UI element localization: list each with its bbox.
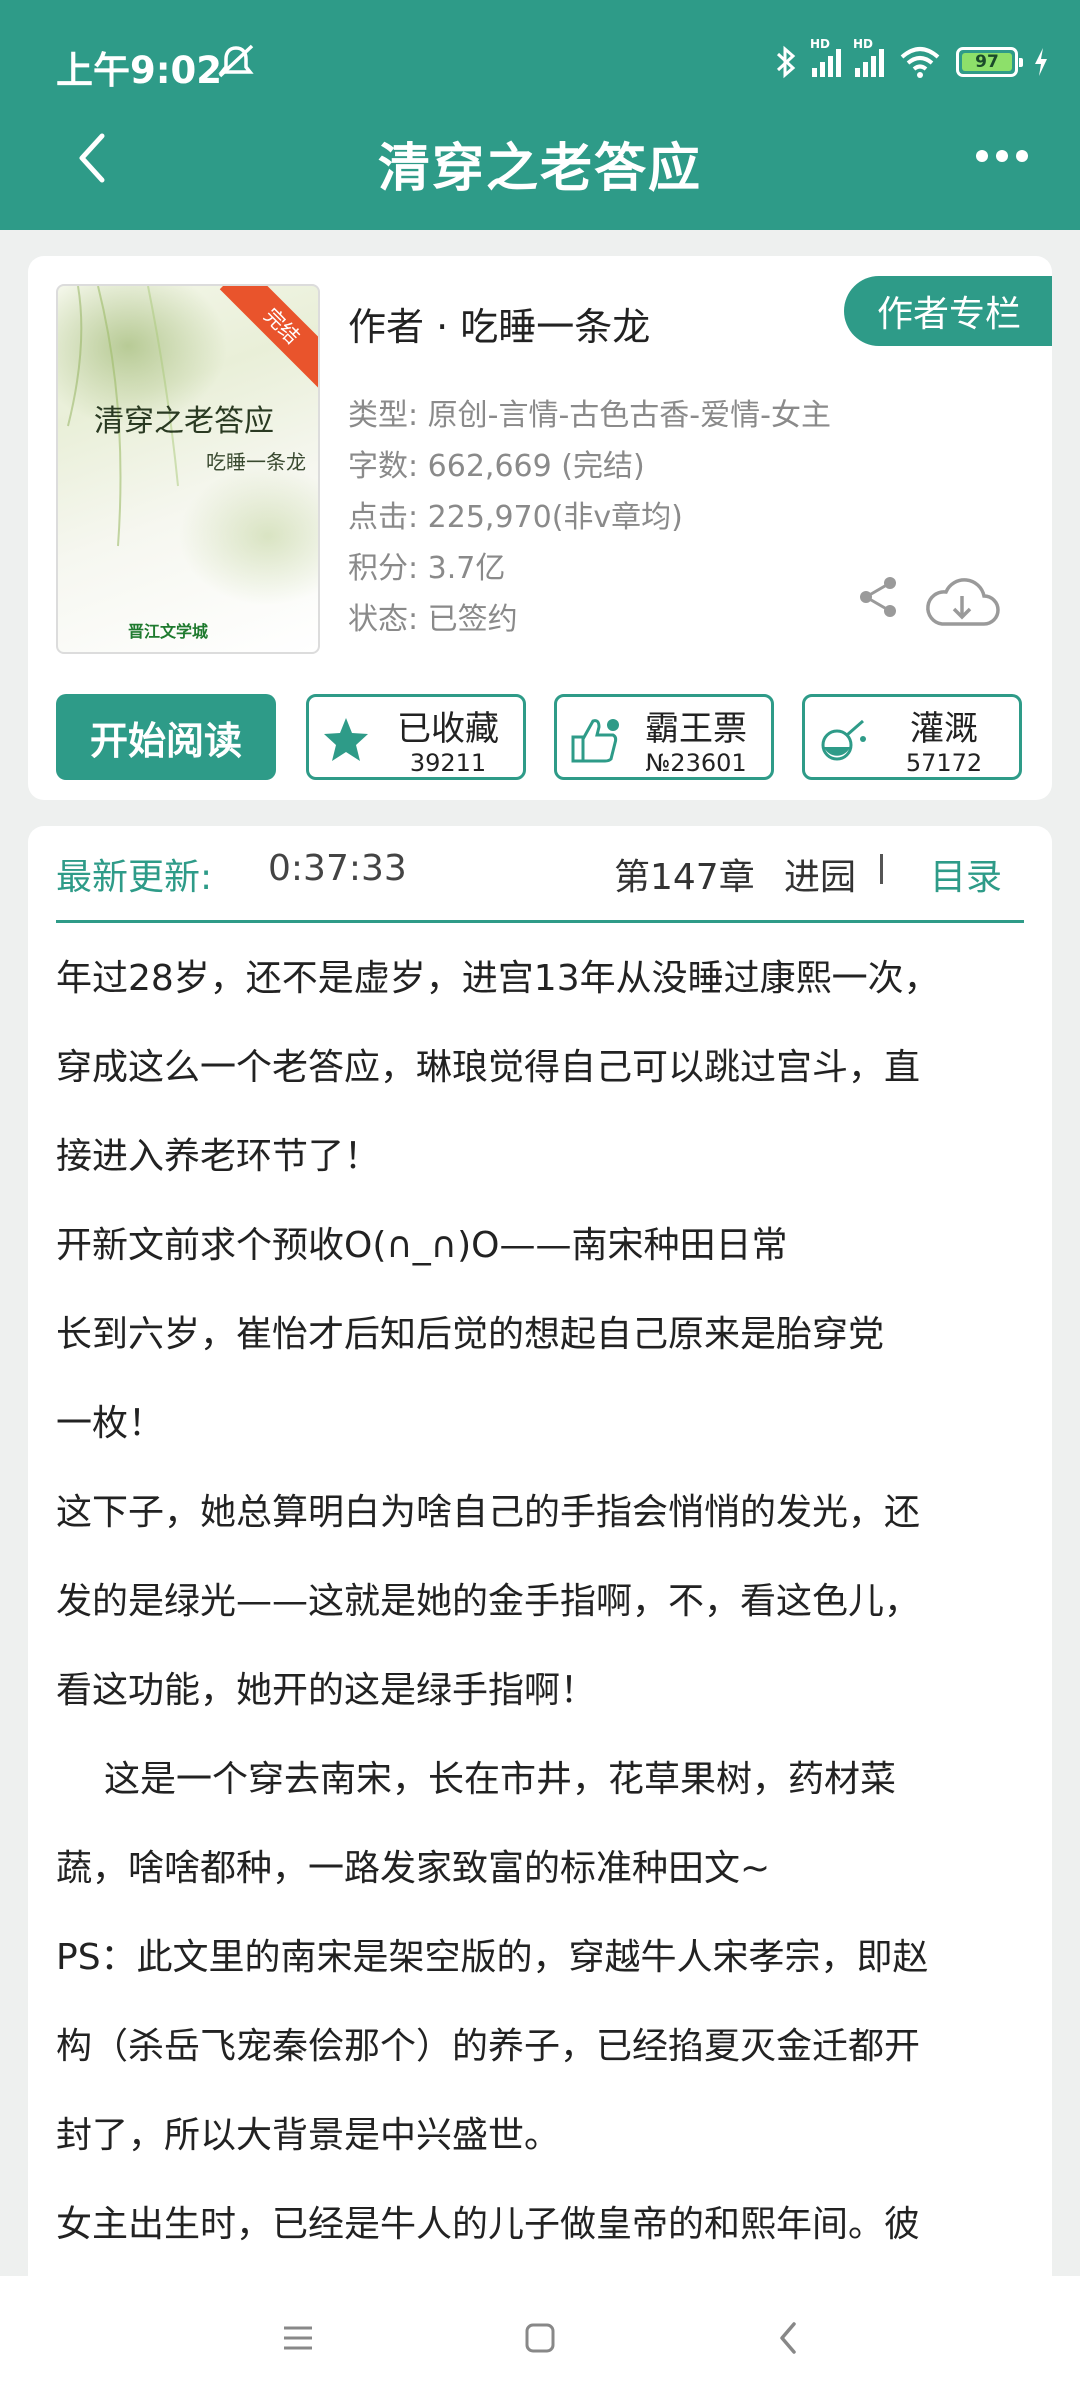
signal-2-icon: HD (853, 37, 884, 77)
thumbs-up-icon (569, 715, 621, 769)
book-clicks: 点击: 225,970(非v章均) (348, 500, 683, 535)
collect-button[interactable]: 已收藏 39211 (306, 694, 526, 780)
publisher-logo: 晋江文学城 (128, 622, 209, 641)
description-line: 穿成这么一个老答应，琳琅觉得自己可以跳过宫斗，直 (56, 1047, 921, 1088)
book-word-count: 字数: 662,669 (完结) (348, 449, 645, 484)
description-line: 构（杀岳飞宠秦侩那个）的养子，已经掐夏灭金迁都开 (56, 2026, 921, 2067)
vote-count: №23601 (645, 749, 747, 777)
mute-icon (216, 42, 256, 86)
description-line: 封了，所以大背景是中兴盛世。 (56, 2115, 561, 2156)
nutrient-button[interactable]: 灌溉 57172 (802, 694, 1022, 780)
book-cover[interactable]: 清穿之老答应 吃睡一条龙 完结 晋江文学城 (56, 284, 320, 654)
description-line: PS：此文里的南宋是架空版的，穿越牛人宋孝宗，即赵 (56, 1937, 929, 1978)
nutrient-label: 灌溉 (910, 709, 978, 749)
description-line: 发的是绿光——这就是她的金手指啊，不，看这色儿， (56, 1581, 921, 1622)
status-bar: 上午9:02 HD HD 97 (0, 0, 1080, 120)
book-type: 类型: 原创-言情-古色古香-爱情-女主 (348, 398, 831, 433)
flask-icon (817, 715, 871, 769)
book-description: 年过28岁，还不是虚岁，进宫13年从没睡过康熙一次， 穿成这么一个老答应，琳琅觉… (56, 934, 1026, 2269)
charging-icon (1035, 48, 1047, 76)
book-info-card: 清穿之老答应 吃睡一条龙 完结 晋江文学城 作者 · 吃睡一条龙 作者专栏 类型… (28, 256, 1052, 800)
app-header: 上午9:02 HD HD 97 清穿之老答应 (0, 0, 1080, 230)
description-line: 女主出生时，已经是牛人的儿子做皇帝的和熙年间。彼 (56, 2204, 921, 2245)
description-line: 看这功能，她开的这是绿手指啊！ (56, 1670, 597, 1711)
divider (56, 920, 1024, 923)
status-icons: HD HD 97 (774, 37, 1050, 84)
home-button[interactable] (524, 2322, 556, 2358)
wifi-icon (900, 47, 940, 78)
latest-chapter[interactable]: 第147章 (614, 848, 755, 900)
battery-icon: 97 (956, 47, 1023, 77)
latest-update-label: 最新更新: (56, 857, 213, 898)
description-line: 长到六岁，崔怡才后知后觉的想起自己原来是胎穿党 (56, 1314, 885, 1355)
more-menu-button[interactable] (976, 150, 1028, 162)
description-line: 这下子，她总算明白为啥自己的手指会悄悄的发光，还 (56, 1492, 921, 1533)
status-time: 上午9:02 (56, 49, 223, 92)
latest-update-time: 0:37:33 (268, 848, 407, 889)
page-title: 清穿之老答应 (377, 139, 702, 199)
cover-title: 清穿之老答应 (94, 404, 274, 439)
star-icon (321, 715, 371, 769)
collect-label: 已收藏 (397, 709, 499, 749)
book-score: 积分: 3.7亿 (348, 551, 506, 586)
nutrient-count: 57172 (905, 749, 983, 777)
divider (880, 854, 883, 884)
vote-button[interactable]: 霸王票 №23601 (554, 694, 774, 780)
book-detail-card: 最新更新: 0:37:33 第147章 进园 目录 年过28岁，还不是虚岁，进宫… (28, 826, 1052, 2276)
download-icon[interactable] (924, 574, 1000, 634)
system-back-button[interactable] (776, 2320, 800, 2360)
description-line: 接进入养老环节了！ (56, 1136, 381, 1177)
author-name[interactable]: 作者 · 吃睡一条龙 (348, 296, 650, 351)
system-navigation-bar (0, 2276, 1080, 2400)
table-of-contents-link[interactable]: 目录 (930, 848, 1002, 900)
book-status: 状态: 已签约 (348, 602, 518, 637)
start-reading-button[interactable]: 开始阅读 (56, 694, 276, 780)
collect-count: 39211 (409, 749, 487, 777)
description-line: 蔬，啥啥都种，一路发家致富的标准种田文~ (56, 1848, 771, 1889)
latest-chapter-title[interactable]: 进园 (784, 848, 866, 900)
description-line: 一枚！ (56, 1403, 165, 1444)
description-line: 这是一个穿去南宋，长在市井，花草果树，药材菜 (104, 1759, 897, 1800)
signal-1-icon: HD (810, 37, 841, 77)
bluetooth-icon (776, 45, 796, 79)
cover-author: 吃睡一条龙 (206, 450, 306, 474)
description-line: 开新文前求个预收O(∩_∩)O——南宋种田日常 (56, 1225, 788, 1266)
recent-apps-button[interactable] (282, 2324, 314, 2356)
share-icon[interactable] (856, 574, 900, 624)
description-line: 年过28岁，还不是虚岁，进宫13年从没睡过康熙一次， (56, 958, 940, 999)
vote-label: 霸王票 (645, 709, 747, 749)
author-column-button[interactable]: 作者专栏 (844, 276, 1052, 346)
